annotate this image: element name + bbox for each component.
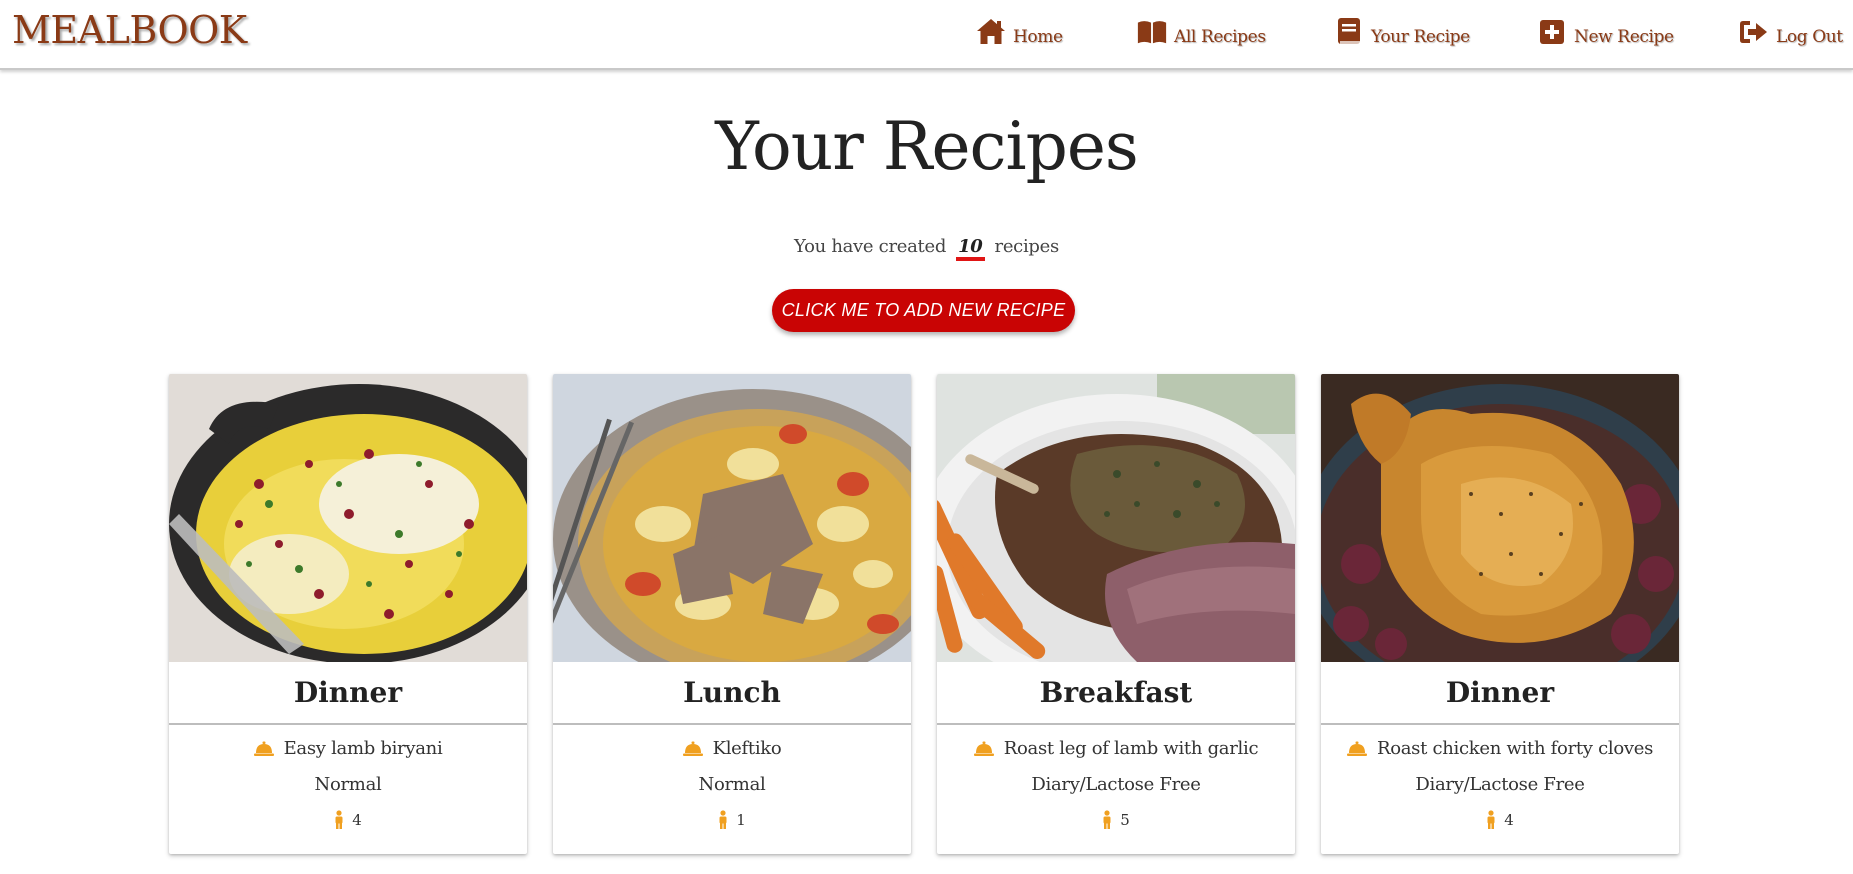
servings: 4 <box>1321 810 1679 830</box>
meal-type-title: Dinner <box>169 662 527 725</box>
brand-logo[interactable]: MEALBOOK <box>12 8 247 52</box>
cloche-icon <box>1346 741 1367 757</box>
plus-square-icon <box>1536 17 1568 47</box>
person-icon <box>1102 810 1112 830</box>
navbar: MEALBOOK Home All Recipes Your Recipe Ne… <box>0 0 1853 70</box>
servings: 4 <box>169 810 527 830</box>
nav-all-recipes[interactable]: All Recipes <box>1136 14 1266 50</box>
servings-count: 4 <box>352 811 362 829</box>
recipe-name: Easy lamb biryani <box>169 738 527 759</box>
nav-home-label: Home <box>1013 27 1063 47</box>
nav-your-recipe-label: Your Recipe <box>1371 27 1470 47</box>
recipe-count-line: You have created 10 recipes <box>0 236 1853 261</box>
nav-log-out-label: Log Out <box>1776 27 1843 47</box>
meal-type-title: Dinner <box>1321 662 1679 725</box>
count-prefix: You have created <box>794 236 947 257</box>
nav-home[interactable]: Home <box>975 14 1063 50</box>
book-icon <box>1333 17 1365 47</box>
person-icon <box>718 810 728 830</box>
recipe-name-label: Roast leg of lamb with garlic <box>1003 738 1259 759</box>
sign-out-icon <box>1738 17 1770 47</box>
add-new-recipe-button[interactable]: CLICK ME TO ADD NEW RECIPE <box>772 289 1075 332</box>
meal-type-title: Lunch <box>553 662 911 725</box>
recipe-image <box>1321 374 1679 662</box>
recipe-image <box>937 374 1295 662</box>
recipe-name-label: Kleftiko <box>712 738 782 759</box>
count-suffix: recipes <box>994 236 1060 257</box>
nav-all-recipes-label: All Recipes <box>1174 27 1266 47</box>
recipe-card[interactable]: Breakfast Roast leg of lamb with garlic … <box>937 374 1295 854</box>
recipe-card[interactable]: Dinner Roast chicken with forty cloves D… <box>1321 374 1679 854</box>
diet-type: Normal <box>314 774 382 795</box>
cloche-icon <box>973 741 994 757</box>
nav-new-recipe[interactable]: New Recipe <box>1536 14 1674 50</box>
person-icon <box>334 810 344 830</box>
nav-your-recipe[interactable]: Your Recipe <box>1333 14 1470 50</box>
recipe-name: Kleftiko <box>553 738 911 759</box>
servings-count: 5 <box>1120 811 1130 829</box>
nav-new-recipe-label: New Recipe <box>1574 27 1674 47</box>
servings: 1 <box>553 810 911 830</box>
recipe-count: 10 <box>956 237 985 261</box>
recipe-image <box>553 374 911 662</box>
recipe-name-label: Roast chicken with forty cloves <box>1376 738 1654 759</box>
cloche-icon <box>253 741 274 757</box>
home-icon <box>975 17 1007 47</box>
recipe-name-label: Easy lamb biryani <box>283 738 443 759</box>
recipe-name: Roast chicken with forty cloves <box>1321 738 1679 759</box>
recipe-name: Roast leg of lamb with garlic <box>937 738 1295 759</box>
person-icon <box>1486 810 1496 830</box>
recipe-card[interactable]: Lunch Kleftiko Normal 1 <box>553 374 911 854</box>
nav-log-out[interactable]: Log Out <box>1738 14 1843 50</box>
diet-type: Diary/Lactose Free <box>1415 774 1585 795</box>
meal-type-title: Breakfast <box>937 662 1295 725</box>
cloche-icon <box>682 741 703 757</box>
open-book-icon <box>1136 17 1168 47</box>
diet-type: Diary/Lactose Free <box>1031 774 1201 795</box>
servings: 5 <box>937 810 1295 830</box>
diet-type: Normal <box>698 774 766 795</box>
recipe-image <box>169 374 527 662</box>
servings-count: 4 <box>1504 811 1514 829</box>
servings-count: 1 <box>736 811 746 829</box>
recipe-card[interactable]: Dinner Easy lamb biryani Normal 4 <box>169 374 527 854</box>
page-title: Your Recipes <box>715 108 1139 185</box>
